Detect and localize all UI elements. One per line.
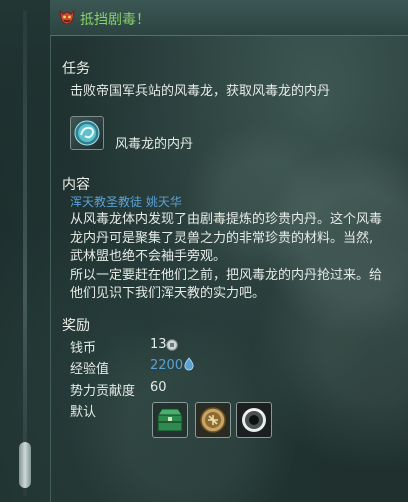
default-label: 默认 <box>70 405 97 420</box>
coin-icon <box>166 339 178 351</box>
reward-slot-2[interactable] <box>195 402 231 438</box>
dark-orb-icon <box>242 408 266 432</box>
description-line: 武林盟也绝不会袖手旁观。 <box>70 249 227 264</box>
scrollbar[interactable] <box>18 10 32 496</box>
description-line: 他们见识下我们浑天教的实力吧。 <box>70 286 266 301</box>
faction-label: 势力贡献度 <box>70 384 136 399</box>
task-heading: 任务 <box>62 61 90 77</box>
swirl-orb-icon <box>74 120 100 146</box>
coins-label: 钱币 <box>70 341 97 356</box>
exp-drop-icon <box>184 357 194 371</box>
task-objective: 击败帝国军兵站的风毒龙，获取风毒龙的内丹 <box>70 84 331 99</box>
rewards-heading: 奖励 <box>62 318 90 334</box>
npc-name[interactable]: 浑天教圣教徒 姚天华 <box>70 193 182 210</box>
content-heading: 内容 <box>62 177 90 193</box>
exp-value: 2200 <box>150 358 184 373</box>
description-line: 龙内丹可是聚集了灵兽之力的非常珍贵的材料。当然, <box>70 230 374 246</box>
quest-title: 抵挡剧毒！ <box>80 12 150 28</box>
reward-slot-1[interactable] <box>152 402 188 438</box>
quest-description: 从风毒龙体内发现了由剧毒提炼的珍贵内丹。这个风毒 龙内丹可是聚集了灵兽之力的非常… <box>70 211 392 304</box>
coins-value: 13 <box>150 337 167 352</box>
talisman-icon <box>200 407 226 433</box>
task-item-slot[interactable] <box>70 116 104 150</box>
exp-label: 经验值 <box>70 362 110 377</box>
faction-value: 60 <box>150 380 167 395</box>
description-line: 所以一定要赶在他们之前，把风毒龙的内丹抢过来。给 <box>70 267 383 283</box>
demon-mask-icon <box>59 9 75 25</box>
green-chest-icon <box>157 408 183 432</box>
scroll-track[interactable] <box>23 10 27 496</box>
scroll-thumb[interactable] <box>19 442 31 488</box>
description-line: 从风毒龙体内发现了由剧毒提炼的珍贵内丹。这个风毒 <box>70 212 383 227</box>
task-item-name: 风毒龙的内丹 <box>115 137 194 152</box>
reward-slot-3[interactable] <box>236 402 272 438</box>
